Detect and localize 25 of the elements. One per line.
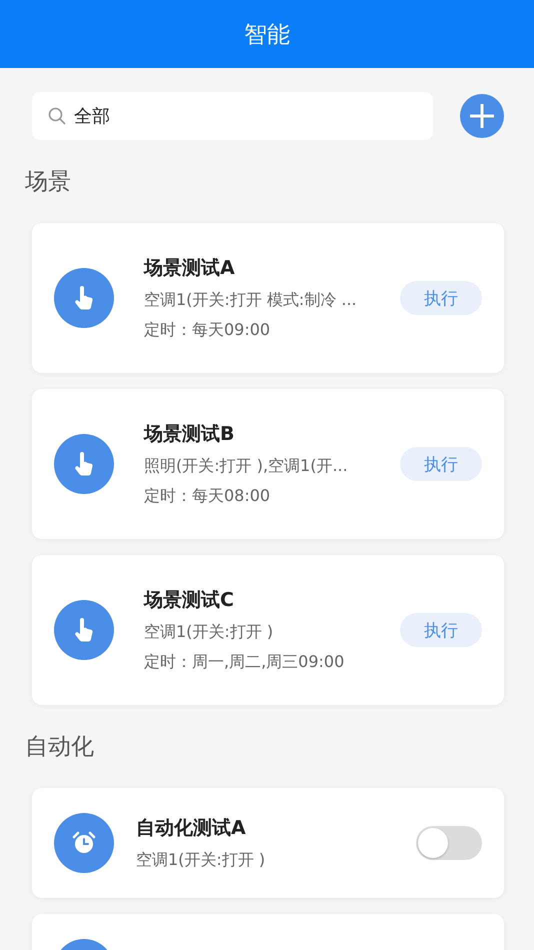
scene-detail: 空调1(开关:打开 模式:制冷 ... — [144, 290, 358, 311]
plus-icon — [470, 104, 494, 128]
search-value: 全部 — [74, 105, 110, 128]
toggle-switch[interactable] — [416, 826, 482, 860]
alarm-clock-icon — [71, 830, 97, 856]
scene-schedule: 定时：周一,周二,周三09:00 — [144, 652, 346, 673]
scene-card[interactable]: 场景测试B 照明(开关:打开 ),空调1(开... 定时：每天08:00 执行 — [32, 389, 504, 539]
search-icon — [48, 107, 66, 125]
automation-detail: 空调1(开关:打开 ) — [136, 850, 266, 871]
section-title: 自动化 — [25, 733, 95, 762]
scene-name: 场景测试B — [144, 422, 236, 447]
add-button[interactable] — [460, 94, 504, 138]
scene-detail: 照明(开关:打开 ),空调1(开... — [144, 456, 349, 477]
scene-card[interactable]: 场景测试A 空调1(开关:打开 模式:制冷 ... 定时：每天09:00 执行 — [32, 223, 504, 373]
search-field[interactable]: 全部 — [32, 92, 433, 140]
scene-detail: 空调1(开关:打开 ) — [144, 622, 274, 643]
scene-schedule: 定时：每天08:00 — [144, 486, 272, 507]
automation-name: 自动化测试A — [136, 816, 247, 841]
scene-name: 场景测试A — [144, 256, 236, 281]
automation-card[interactable]: 自动化测试A 空调1(开关:打开 ) — [32, 788, 504, 898]
page-title: 智能 — [244, 20, 290, 50]
scene-card[interactable]: 场景测试C 空调1(开关:打开 ) 定时：周一,周二,周三09:00 执行 — [32, 555, 504, 705]
section-title: 场景 — [25, 168, 72, 197]
scene-name: 场景测试C — [144, 588, 235, 613]
scene-schedule: 定时：每天09:00 — [144, 320, 272, 341]
